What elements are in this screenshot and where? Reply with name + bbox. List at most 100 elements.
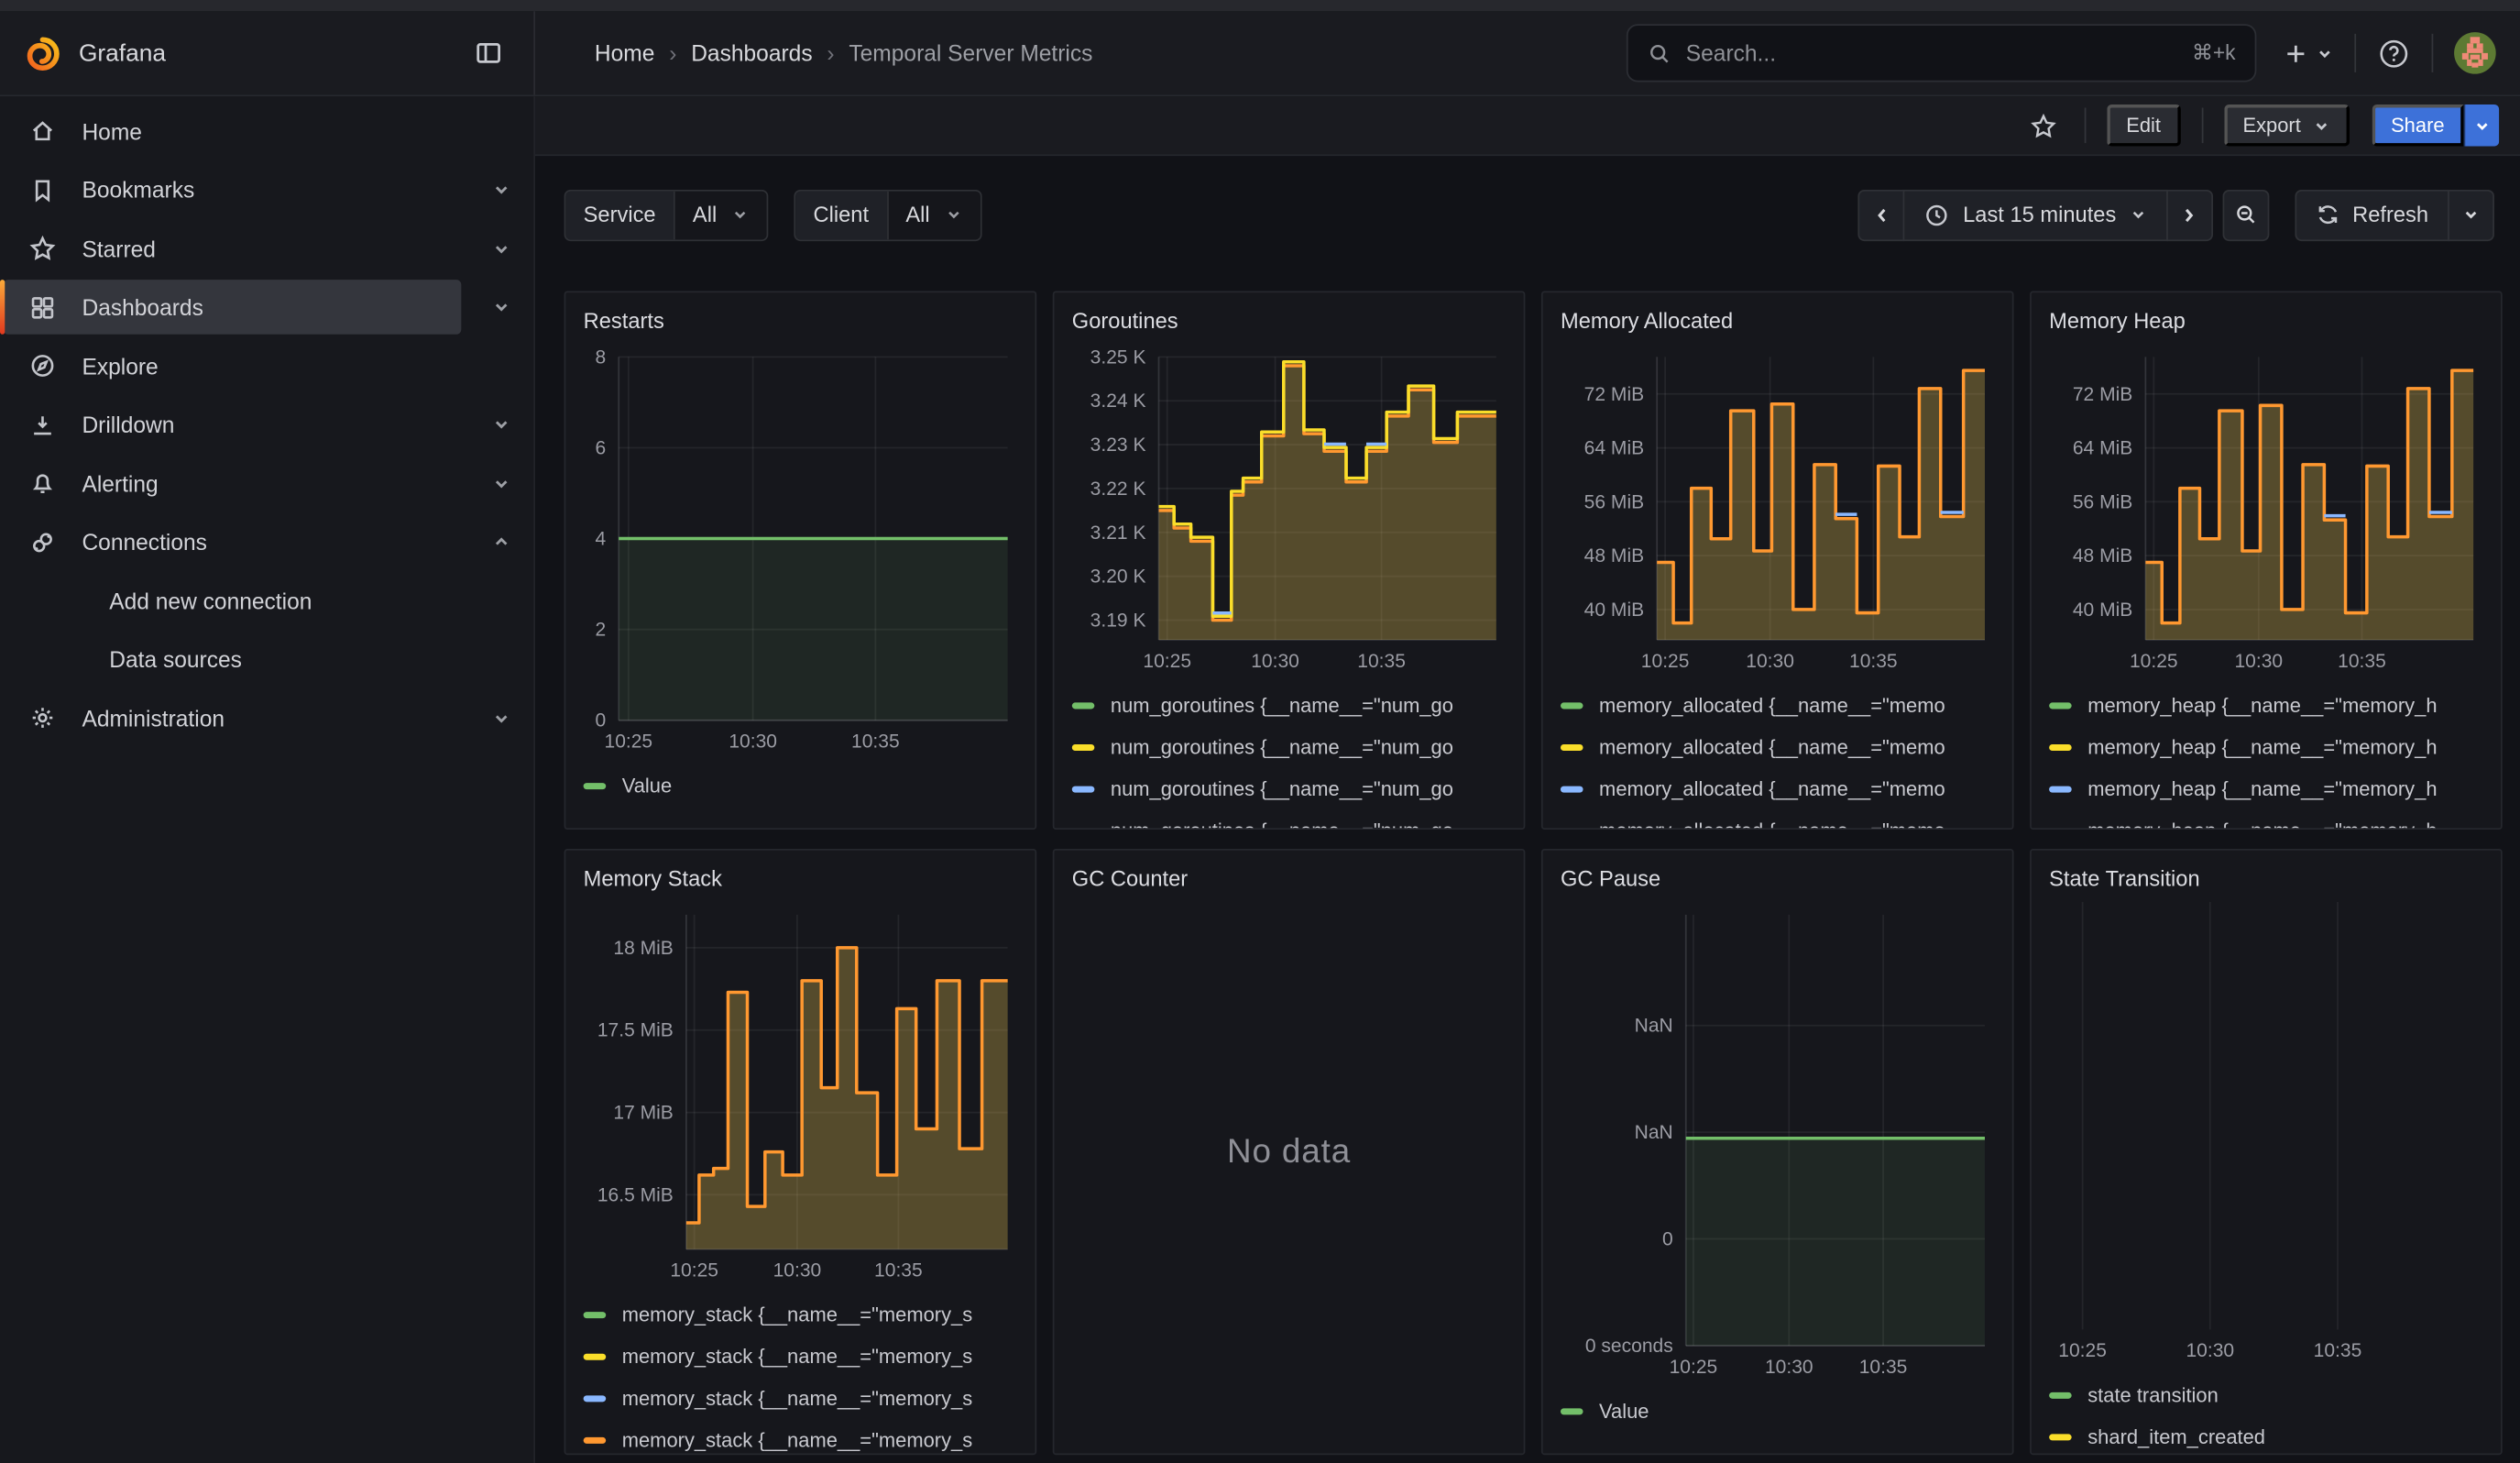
chevron-down-icon[interactable] <box>492 474 511 493</box>
legend-item[interactable]: memory_allocated {__name__="memo <box>1561 768 1995 810</box>
user-avatar[interactable] <box>2454 32 2496 74</box>
legend-item[interactable]: memory_stack {__name__="memory_s <box>584 1378 1018 1420</box>
svg-text:0 seconds: 0 seconds <box>1585 1336 1673 1357</box>
legend-item[interactable]: memory_heap {__name__="memory_h <box>2049 727 2483 769</box>
export-button[interactable]: Export <box>2223 104 2349 147</box>
service-variable-dropdown[interactable]: Service All <box>564 189 769 240</box>
legend-item[interactable]: Value <box>584 765 1018 808</box>
bookmark-icon <box>29 176 59 204</box>
panel-title[interactable]: Restarts <box>584 309 1018 345</box>
legend-item[interactable]: memory_stack {__name__="memory_s <box>584 1420 1018 1456</box>
legend-item[interactable]: memory_heap {__name__="memory_h <box>2049 685 2483 727</box>
memory-allocated-chart[interactable]: 40 MiB48 MiB56 MiB64 MiB72 MiB10:2510:30… <box>1561 344 1995 678</box>
share-button[interactable]: Share <box>2372 104 2464 147</box>
svg-text:3.24 K: 3.24 K <box>1090 390 1146 412</box>
chevron-down-icon[interactable] <box>492 414 511 434</box>
chevron-down-icon[interactable] <box>492 709 511 728</box>
panel-title[interactable]: Memory Stack <box>584 866 1018 902</box>
legend-label: memory_stack {__name__="memory_s <box>622 1429 972 1452</box>
svg-text:10:25: 10:25 <box>2130 651 2178 672</box>
legend-item[interactable]: memory_allocated {__name__="memo <box>1561 685 1995 727</box>
time-range-picker[interactable]: Last 15 minutes <box>1903 189 2167 240</box>
sidebar-item-alerting[interactable]: Alerting <box>0 454 533 512</box>
drilldown-icon <box>29 411 59 438</box>
sidebar-item-administration[interactable]: Administration <box>0 689 533 747</box>
client-variable-dropdown[interactable]: Client All <box>794 189 981 240</box>
share-menu-caret[interactable] <box>2464 104 2500 147</box>
refresh-button[interactable]: Refresh <box>2295 189 2449 240</box>
legend-item[interactable]: memory_stack {__name__="memory_s <box>584 1294 1018 1336</box>
memory-stack-chart[interactable]: 16.5 MiB17 MiB17.5 MiB18 MiB10:2510:3010… <box>584 902 1018 1288</box>
help-button[interactable] <box>2377 36 2411 70</box>
panel-title[interactable]: State Transition <box>2049 866 2483 902</box>
breadcrumb-dashboards[interactable]: Dashboards <box>691 40 812 66</box>
legend-item[interactable]: memory_allocated {__name__="memo <box>1561 727 1995 769</box>
legend-item[interactable]: Value <box>1561 1391 1995 1433</box>
sidebar-item-drilldown[interactable]: Drilldown <box>0 395 533 453</box>
legend-label: Value <box>1599 1401 1649 1424</box>
panel-title[interactable]: Memory Allocated <box>1561 309 1995 345</box>
legend-color-chip <box>584 1395 607 1402</box>
legend-color-chip <box>1072 786 1095 793</box>
sidebar-item-explore[interactable]: Explore <box>0 336 533 394</box>
legend-item[interactable]: num_goroutines {__name__="num_go <box>1072 810 1507 830</box>
sidebar-item-data-sources[interactable]: Data sources <box>0 631 533 688</box>
goroutines-chart[interactable]: 3.19 K3.20 K3.21 K3.22 K3.23 K3.24 K3.25… <box>1072 344 1507 678</box>
legend-item[interactable]: memory_heap {__name__="memory_h <box>2049 810 2483 830</box>
panel-title[interactable]: Goroutines <box>1072 309 1507 345</box>
sidebar-item-add-new-connection[interactable]: Add new connection <box>0 571 533 629</box>
panel-title[interactable]: GC Pause <box>1561 866 1995 902</box>
sidebar-item-dashboards[interactable]: Dashboards <box>0 278 533 336</box>
chevron-up-icon[interactable] <box>492 533 511 552</box>
header-divider <box>2354 34 2356 72</box>
gc-pause-chart[interactable]: NaNNaN00 seconds10:2510:3010:35 <box>1561 902 1995 1384</box>
time-shift-forward-button[interactable] <box>2166 189 2213 240</box>
breadcrumb-separator: › <box>827 40 834 66</box>
legend-item[interactable]: num_goroutines {__name__="num_go <box>1072 727 1507 769</box>
mega-menu-dock-icon[interactable] <box>466 30 511 75</box>
svg-text:72 MiB: 72 MiB <box>1584 384 1644 405</box>
legend-color-chip <box>584 783 607 789</box>
legend-label: state transition <box>2087 1384 2219 1407</box>
legend-item[interactable]: num_goroutines {__name__="num_go <box>1072 685 1507 727</box>
sidebar-item-label: Administration <box>82 705 225 731</box>
legend-color-chip <box>2049 786 2072 793</box>
legend-label: memory_heap {__name__="memory_h <box>2087 820 2437 830</box>
restarts-chart[interactable]: 0246810:2510:3010:35 <box>584 344 1018 758</box>
zoom-out-time-button[interactable] <box>2222 189 2269 240</box>
panel-title[interactable]: Memory Heap <box>2049 309 2483 345</box>
legend-item[interactable]: memory_heap {__name__="memory_h <box>2049 768 2483 810</box>
dashboards-grid-icon <box>29 293 59 321</box>
favorite-star-button[interactable] <box>2023 105 2064 146</box>
state-transition-chart[interactable]: 10:2510:3010:35 <box>2049 902 2483 1369</box>
memory-heap-chart[interactable]: 40 MiB48 MiB56 MiB64 MiB72 MiB10:2510:30… <box>2049 344 2483 678</box>
legend-item[interactable]: memory_allocated {__name__="memo <box>1561 810 1995 830</box>
service-variable-label: Service <box>565 191 674 239</box>
star-outline-icon <box>2030 112 2057 139</box>
sidebar-item-connections[interactable]: Connections <box>0 512 533 570</box>
legend-item[interactable]: shard_item_created <box>2049 1416 2483 1455</box>
panel-legend: memory_stack {__name__="memory_smemory_s… <box>584 1288 1018 1455</box>
new-menu-button[interactable] <box>2284 41 2333 65</box>
sidebar-item-label: Alerting <box>82 470 158 496</box>
legend-item[interactable]: memory_stack {__name__="memory_s <box>584 1336 1018 1378</box>
legend-item[interactable]: num_goroutines {__name__="num_go <box>1072 768 1507 810</box>
sidebar-item-label: Home <box>82 118 142 144</box>
svg-text:10:25: 10:25 <box>1641 651 1690 672</box>
chevron-down-icon[interactable] <box>492 297 511 316</box>
refresh-interval-caret[interactable] <box>2448 189 2494 240</box>
sidebar-item-starred[interactable]: Starred <box>0 219 533 277</box>
time-shift-back-button[interactable] <box>1858 189 1905 240</box>
sidebar-item-home[interactable]: Home <box>0 102 533 160</box>
sidebar-item-label: Bookmarks <box>82 177 194 203</box>
edit-button[interactable]: Edit <box>2107 104 2180 147</box>
chevron-down-icon[interactable] <box>492 180 511 199</box>
legend-color-chip <box>2049 702 2072 709</box>
search-input[interactable]: Search... ⌘+k <box>1627 24 2257 82</box>
breadcrumb-home[interactable]: Home <box>595 40 655 66</box>
legend-color-chip <box>584 1354 607 1360</box>
legend-item[interactable]: state transition <box>2049 1375 2483 1417</box>
chevron-down-icon[interactable] <box>492 238 511 258</box>
svg-text:10:35: 10:35 <box>2338 651 2386 672</box>
sidebar-item-bookmarks[interactable]: Bookmarks <box>0 160 533 218</box>
